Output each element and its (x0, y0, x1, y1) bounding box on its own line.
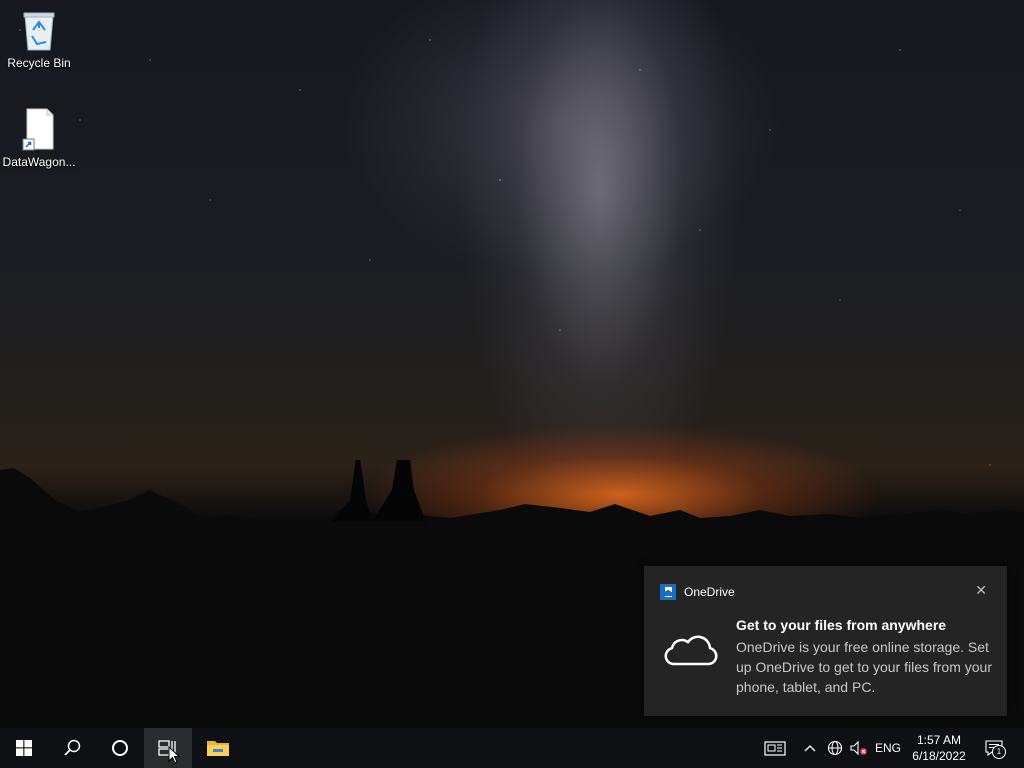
globe-network-icon (827, 740, 843, 756)
chevron-up-icon (804, 745, 816, 752)
start-button[interactable] (0, 728, 48, 768)
language-indicator: ENG (874, 741, 901, 755)
cortana-circle-icon (112, 740, 128, 756)
search-button[interactable] (48, 728, 96, 768)
star-field (0, 0, 1024, 520)
cortana-button[interactable] (96, 728, 144, 768)
input-language-button[interactable]: ENG (872, 728, 904, 768)
notification-count-badge: 1 (992, 745, 1006, 759)
news-and-interests-button[interactable] (760, 728, 790, 768)
desktop: Recycle Bin DataWagon... OneDrive ✕ Get … (0, 0, 1024, 728)
file-explorer-button[interactable] (194, 728, 242, 768)
clock-button[interactable]: 1:57 AM 6/18/2022 (904, 732, 974, 764)
speaker-muted-icon (850, 740, 867, 756)
desktop-icon-label: Recycle Bin (7, 56, 71, 70)
action-center-button[interactable]: 1 (980, 728, 1008, 768)
clock-date: 6/18/2022 (912, 749, 966, 763)
clock-time: 1:57 AM (916, 733, 962, 747)
cloud-icon (660, 628, 718, 668)
taskbar: ENG 1:57 AM 6/18/2022 1 (0, 728, 1024, 768)
onedrive-app-icon (660, 584, 676, 600)
volume-button[interactable] (848, 728, 870, 768)
windows-logo-icon (16, 740, 32, 756)
desktop-icon-datawagon[interactable]: DataWagon... (1, 107, 77, 169)
shortcut-file-icon (19, 107, 59, 151)
folder-icon (207, 741, 229, 756)
close-icon[interactable]: ✕ (975, 582, 987, 599)
toast-title: Get to your files from anywhere (736, 617, 947, 633)
toast-body: OneDrive is your free online storage. Se… (736, 639, 992, 695)
toast-app-name: OneDrive (684, 585, 735, 599)
search-icon (64, 739, 81, 756)
onedrive-notification-toast[interactable]: OneDrive ✕ Get to your files from anywhe… (644, 566, 1007, 716)
show-hidden-icons-button[interactable] (800, 728, 820, 768)
desktop-icon-label: DataWagon... (2, 155, 76, 169)
mouse-cursor-icon (168, 746, 180, 764)
desktop-icon-recycle-bin[interactable]: Recycle Bin (1, 8, 77, 70)
news-icon (764, 741, 786, 756)
recycle-bin-icon (19, 8, 59, 52)
toast-header: OneDrive (660, 584, 735, 600)
network-button[interactable] (824, 728, 846, 768)
